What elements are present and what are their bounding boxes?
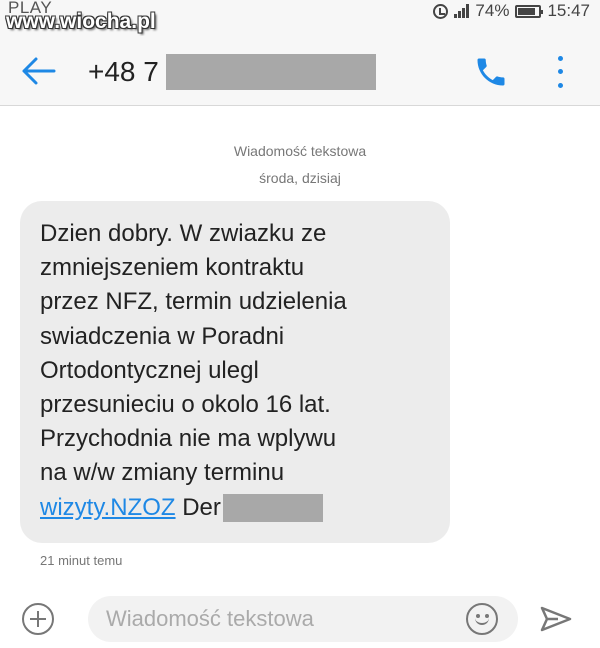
back-button[interactable] [20, 56, 56, 86]
battery-icon [515, 4, 544, 18]
app-bar: +48 7 [0, 36, 600, 106]
alarm-icon [433, 3, 449, 19]
redacted-name [222, 494, 323, 523]
message-bubble[interactable]: Dzien dobry. W zwiazku ze zmniejszeniem … [20, 201, 450, 543]
message-line: Ortodontycznej ulegl [40, 356, 259, 384]
back-arrow-icon [22, 57, 56, 85]
more-vertical-icon [557, 56, 563, 62]
message-line: przesunieciu o okolo 16 lat. [40, 391, 331, 419]
status-icons: 74% 15:47 [433, 0, 590, 22]
message-link[interactable]: wizyty.NZOZ [40, 494, 176, 521]
send-icon [540, 606, 572, 632]
message-input[interactable] [106, 596, 446, 642]
message-tail-text: Der [182, 493, 221, 521]
clock: 15:47 [547, 1, 590, 20]
message-line: przez NFZ, termin udzielenia [40, 288, 347, 316]
contact-phone-number: +48 7 [88, 56, 159, 87]
compose-bar [0, 590, 600, 648]
send-button[interactable] [538, 604, 574, 634]
phone-icon [477, 58, 505, 86]
message-line: Przychodnia nie ma wplywu [40, 425, 337, 453]
compose-field[interactable] [88, 596, 518, 642]
status-bar: PLAY www.wiocha.pl 74% 15:47 [0, 0, 600, 36]
conversation-type-label: Wiadomość tekstowa [233, 143, 367, 159]
message-last-line: wizyty.NZOZ Der [40, 491, 430, 525]
redacted-number [166, 54, 376, 90]
call-button[interactable] [473, 54, 509, 90]
message-timestamp: 21 minut temu [40, 553, 123, 568]
message-line: zmniejszeniem kontraktu [40, 254, 305, 282]
signal-icon [454, 4, 470, 18]
message-line: na w/w zmiany terminu [40, 459, 285, 487]
battery-percent: 74% [475, 1, 510, 20]
conversation-date-label: środa, dzisiaj [259, 170, 341, 186]
add-attachment-button[interactable] [22, 603, 54, 635]
message-line: Dzien dobry. W zwiazku ze [40, 220, 327, 247]
message-line: swiadczenia w Poradni [40, 322, 285, 350]
watermark: www.wiocha.pl [6, 10, 156, 33]
emoji-button[interactable] [466, 603, 498, 635]
more-options-button[interactable] [550, 52, 570, 92]
